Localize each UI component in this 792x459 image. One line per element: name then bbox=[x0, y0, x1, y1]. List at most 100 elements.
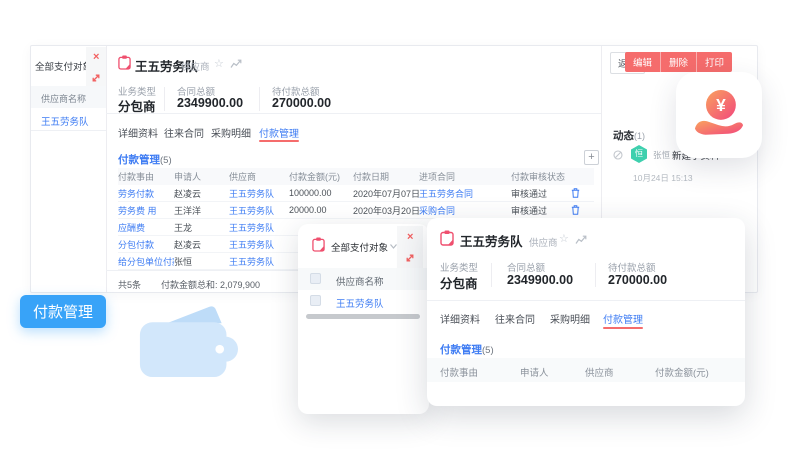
section-count: (5) bbox=[482, 345, 494, 356]
divider bbox=[491, 263, 492, 287]
stat-value: 270000.00 bbox=[272, 96, 331, 110]
row-checkbox[interactable] bbox=[310, 295, 321, 306]
close-icon[interactable]: × bbox=[93, 52, 99, 63]
tab-contracts[interactable]: 往来合同 bbox=[164, 125, 204, 140]
tab-details[interactable]: 详细资料 bbox=[440, 311, 480, 326]
cell-supplier[interactable]: 王五劳务队 bbox=[229, 238, 289, 251]
close-icon[interactable]: × bbox=[407, 232, 413, 243]
supplier-link[interactable]: 王五劳务队 bbox=[336, 296, 384, 310]
cell-supplier[interactable]: 王五劳务队 bbox=[229, 187, 289, 200]
divider bbox=[31, 130, 106, 131]
cell-supplier[interactable]: 王五劳务队 bbox=[229, 221, 289, 234]
active-tab-underline bbox=[259, 140, 299, 142]
tab-contracts[interactable]: 往来合同 bbox=[495, 311, 535, 326]
status-circle-icon bbox=[613, 150, 623, 160]
cell-amount: 20000.00 bbox=[289, 205, 353, 215]
trend-icon[interactable] bbox=[575, 235, 587, 245]
tab-details[interactable]: 详细资料 bbox=[118, 125, 158, 140]
clipboard-icon bbox=[118, 55, 131, 70]
supplier-tag: 供应商 bbox=[529, 235, 558, 249]
cell-reason[interactable]: 分包付款 bbox=[118, 238, 174, 251]
tab-payments[interactable]: 付款管理 bbox=[259, 125, 299, 140]
table-header-row: 付款事由 申请人 供应商 付款金额(元) 付款日期 进项合同 付款审核状态 bbox=[118, 168, 594, 185]
card-icon-strip: × bbox=[397, 226, 423, 272]
divider bbox=[106, 113, 601, 114]
cell-applicant: 王龙 bbox=[174, 221, 229, 234]
trash-icon[interactable] bbox=[571, 205, 580, 215]
payment-feature-badge: ¥ bbox=[676, 72, 762, 158]
section-title: 付款管理 bbox=[440, 344, 482, 356]
divider bbox=[106, 46, 107, 292]
cell-contract[interactable]: 王五劳务合同 bbox=[419, 187, 511, 200]
sidebar-item-supplier[interactable]: 王五劳务队 bbox=[41, 114, 89, 128]
cell-reason[interactable]: 劳务费 用 bbox=[118, 204, 174, 217]
stat-label: 业务类型 bbox=[440, 260, 478, 274]
divider bbox=[595, 263, 596, 287]
activity-user[interactable]: 张恒 bbox=[653, 149, 670, 161]
cell-applicant: 王洋洋 bbox=[174, 204, 229, 217]
cell-date: 2020年07月07日 bbox=[353, 187, 419, 200]
star-icon[interactable]: ☆ bbox=[214, 57, 224, 70]
sidebar-column-header: 供应商名称 bbox=[31, 86, 106, 108]
cell-status: 审核通过 bbox=[511, 204, 571, 217]
cell-status: 审核通过 bbox=[511, 187, 571, 200]
star-icon[interactable]: ☆ bbox=[559, 232, 569, 245]
tab-payments[interactable]: 付款管理 bbox=[603, 311, 643, 326]
yuan-coin-hand-icon: ¥ bbox=[692, 89, 746, 141]
add-payment-button[interactable]: + bbox=[584, 150, 599, 165]
supplier-tag: 供应商 bbox=[181, 59, 210, 73]
card-list-row[interactable]: 王五劳务队 bbox=[298, 290, 429, 312]
cell-reason[interactable]: 应酬费 bbox=[118, 221, 174, 234]
stat-label: 待付款总额 bbox=[608, 260, 656, 274]
payment-management-chip[interactable]: 付款管理 bbox=[20, 295, 106, 328]
chevron-down-icon[interactable] bbox=[390, 244, 397, 249]
clipboard-icon bbox=[440, 230, 454, 246]
divider bbox=[427, 300, 745, 301]
card-column-header-row: 供应商名称 bbox=[298, 268, 429, 290]
svg-text:¥: ¥ bbox=[716, 95, 726, 115]
cell-supplier[interactable]: 王五劳务队 bbox=[229, 204, 289, 217]
payees-sidebar: 全部支付对象 × 供应商名称 王五劳务队 bbox=[31, 46, 106, 292]
stat-value: 2349900.00 bbox=[177, 96, 243, 110]
avatar: 恒 bbox=[631, 145, 647, 163]
cell-applicant: 张恒 bbox=[174, 255, 229, 268]
section-header: 付款管理(5) bbox=[118, 150, 172, 168]
sidebar-icon-strip: × bbox=[86, 47, 106, 91]
tab-purchases[interactable]: 采购明细 bbox=[550, 311, 590, 326]
card-table-header-row: 付款事由 申请人 供应商 付款金额(元) bbox=[427, 358, 745, 382]
divider bbox=[259, 87, 260, 111]
horizontal-scrollbar[interactable] bbox=[306, 314, 420, 319]
expand-icon[interactable] bbox=[405, 253, 415, 263]
expand-icon[interactable] bbox=[91, 73, 101, 83]
cell-reason[interactable]: 给分包单位付款 bbox=[118, 255, 174, 268]
cell-applicant: 赵凌云 bbox=[174, 187, 229, 200]
section-title: 付款管理 bbox=[118, 154, 160, 166]
cell-amount: 100000.00 bbox=[289, 188, 353, 198]
clipboard-icon bbox=[312, 237, 325, 252]
row-count: 共5条 bbox=[118, 278, 141, 291]
cell-reason[interactable]: 劳务付款 bbox=[118, 187, 174, 200]
active-tab-underline bbox=[603, 327, 643, 329]
stat-value: 270000.00 bbox=[608, 273, 667, 287]
trash-icon[interactable] bbox=[571, 188, 580, 198]
section-header: 付款管理(5) bbox=[440, 340, 494, 358]
stat-value: 2349900.00 bbox=[507, 273, 573, 287]
stat-value: 分包商 bbox=[440, 273, 478, 292]
activity-time: 10月24日 15:13 bbox=[633, 172, 693, 184]
overlay-payees-card: 全部支付对象 × 供应商名称 王五劳务队 bbox=[298, 224, 429, 414]
tab-purchases[interactable]: 采购明细 bbox=[211, 125, 251, 140]
select-all-checkbox[interactable] bbox=[310, 273, 321, 284]
wallet-icon bbox=[138, 300, 238, 382]
cell-contract[interactable]: 采购合同 bbox=[419, 204, 511, 217]
cell-applicant: 赵凌云 bbox=[174, 238, 229, 251]
section-count: (5) bbox=[160, 155, 172, 166]
table-row[interactable]: 劳务付款 赵凌云 王五劳务队 100000.00 2020年07月07日 王五劳… bbox=[118, 185, 594, 202]
amount-total: 付款金额总和: 2,079,900 bbox=[161, 278, 260, 291]
cell-supplier[interactable]: 王五劳务队 bbox=[229, 255, 289, 268]
table-row[interactable]: 劳务费 用 王洋洋 王五劳务队 20000.00 2020年03月20日 采购合… bbox=[118, 202, 594, 219]
trend-icon[interactable] bbox=[230, 59, 242, 69]
divider bbox=[164, 87, 165, 111]
overlay-detail-card: 王五劳务队 供应商 ☆ 业务类型 分包商 合同总额 2349900.00 待付款… bbox=[427, 218, 745, 406]
cell-date: 2020年03月20日 bbox=[353, 204, 419, 217]
activity-title: 动态(1) bbox=[613, 126, 645, 144]
